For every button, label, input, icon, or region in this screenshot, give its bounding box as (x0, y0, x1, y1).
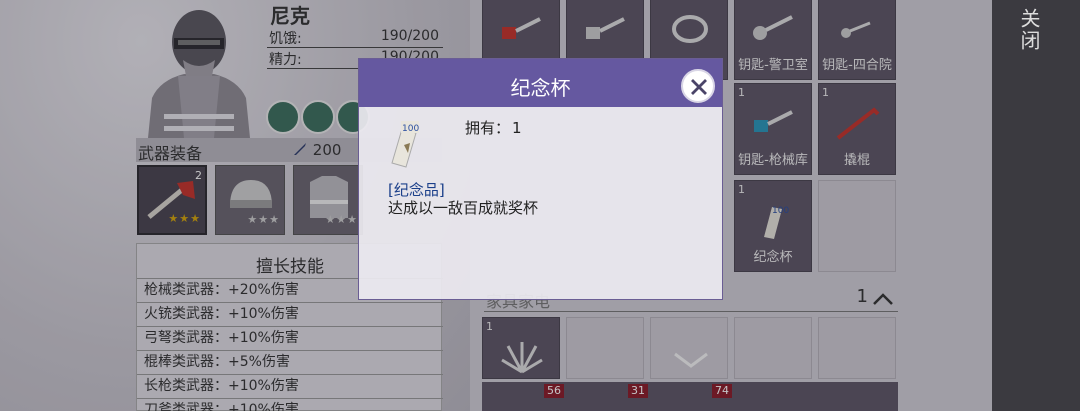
owned-value: 1 (512, 119, 522, 137)
owned-count: 拥有： 1 (465, 117, 522, 138)
modal-title: 纪念杯 (510, 76, 571, 100)
owned-label: 拥有： (465, 119, 511, 137)
close-rail-label[interactable]: 关闭 (1012, 8, 1042, 52)
item-detail-modal: 纪念杯 100 拥有： 1 [纪念品] 达成以一敌百成就奖杯 (358, 58, 723, 300)
trophy-icon: 100 (384, 119, 430, 169)
modal-header: 纪念杯 (359, 59, 722, 107)
close-rail[interactable] (992, 0, 1080, 411)
close-button[interactable] (681, 69, 715, 103)
svg-text:100: 100 (402, 124, 419, 134)
item-description: 达成以一敌百成就奖杯 (388, 199, 539, 217)
close-icon (691, 79, 707, 95)
